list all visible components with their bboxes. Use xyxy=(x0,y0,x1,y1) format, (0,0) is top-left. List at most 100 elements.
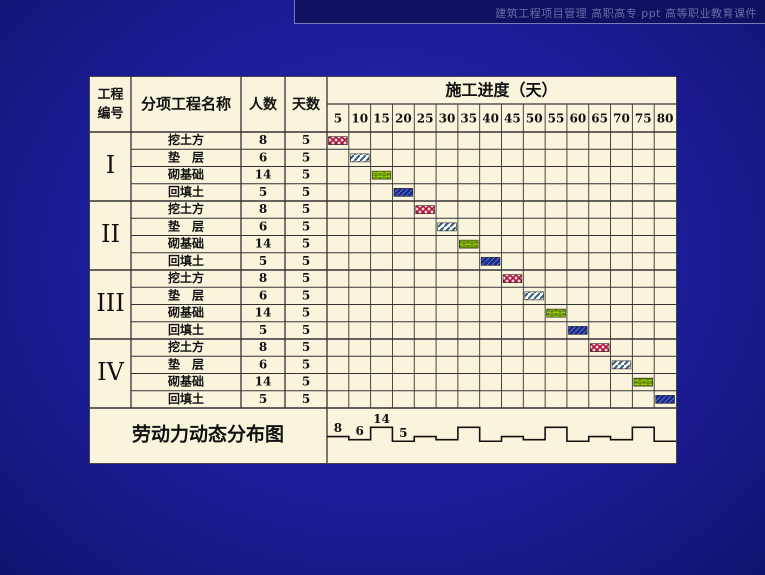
task-name: 回填土 xyxy=(168,184,204,199)
task-workers: 5 xyxy=(259,185,267,199)
task-name: 挖土方 xyxy=(168,201,204,216)
task-days: 5 xyxy=(302,288,310,302)
task-days: 5 xyxy=(302,219,310,233)
progress-bar xyxy=(655,395,675,404)
task-workers: 8 xyxy=(259,133,267,147)
group-label: IV xyxy=(97,358,124,386)
task-name: 垫 层 xyxy=(168,149,204,164)
task-workers: 8 xyxy=(259,202,267,216)
task-name: 垫 层 xyxy=(168,218,204,233)
header-progress: 施工进度（天） xyxy=(445,81,557,100)
task-workers: 5 xyxy=(259,392,267,406)
task-workers: 14 xyxy=(255,237,272,251)
day-tick-label: 45 xyxy=(504,112,521,126)
task-workers: 6 xyxy=(259,357,267,371)
day-tick-label: 35 xyxy=(460,112,477,126)
progress-bar xyxy=(371,170,392,180)
header-banner: 建筑工程项目管理 高职高专 ppt 高等职业教育课件 xyxy=(294,0,765,24)
task-days: 5 xyxy=(302,150,310,164)
day-tick-label: 20 xyxy=(395,112,412,126)
task-name: 垫 层 xyxy=(168,356,204,371)
watermark-text: 建筑工程项目管理 高职高专 ppt 高等职业教育课件 xyxy=(495,7,757,20)
day-tick-label: 75 xyxy=(635,112,652,126)
task-days: 5 xyxy=(302,271,310,285)
header-project-no-line1: 工程 xyxy=(97,88,123,103)
task-name: 挖土方 xyxy=(168,132,204,147)
task-name: 砌基础 xyxy=(167,167,204,182)
day-tick-label: 80 xyxy=(657,112,674,126)
task-name: 挖土方 xyxy=(168,270,204,285)
day-tick-label: 50 xyxy=(526,112,543,126)
task-days: 5 xyxy=(302,133,310,147)
task-workers: 8 xyxy=(259,271,267,285)
day-tick-label: 10 xyxy=(351,112,368,126)
task-days: 5 xyxy=(302,323,310,337)
task-days: 5 xyxy=(302,306,310,320)
task-workers: 14 xyxy=(255,375,272,389)
schedule-svg: 工程编号 分项工程名称 人数 天数 施工进度（天） 5 10 15 20 25 30 35 40 45 50… xyxy=(90,77,676,463)
labor-value-label: 6 xyxy=(356,424,364,438)
task-days: 5 xyxy=(302,340,310,354)
task-days: 5 xyxy=(302,254,310,268)
task-workers: 5 xyxy=(259,254,267,268)
task-workers: 8 xyxy=(259,340,267,354)
progress-bar xyxy=(589,343,610,352)
header-workers: 人数 xyxy=(249,96,278,113)
task-workers: 5 xyxy=(259,323,267,337)
task-days: 5 xyxy=(302,357,310,371)
progress-bar xyxy=(480,257,501,266)
task-workers: 14 xyxy=(255,168,272,182)
day-tick-label: 25 xyxy=(417,112,434,126)
task-days: 5 xyxy=(302,237,310,251)
task-days: 5 xyxy=(302,202,310,216)
task-name: 挖土方 xyxy=(168,339,204,354)
day-tick-label: 30 xyxy=(439,112,456,126)
task-workers: 6 xyxy=(259,150,267,164)
labor-curve xyxy=(327,426,676,443)
progress-bar xyxy=(546,308,566,318)
labor-value-label: 14 xyxy=(373,412,390,426)
task-name: 砌基础 xyxy=(167,236,204,251)
progress-bar xyxy=(633,377,653,387)
day-tick-label: 65 xyxy=(591,112,608,126)
progress-bar xyxy=(393,188,414,197)
labor-value-label: 5 xyxy=(399,426,407,440)
progress-bar xyxy=(350,153,370,163)
header-project-no-line2: 编号 xyxy=(97,106,123,122)
task-name: 回填土 xyxy=(168,322,204,337)
day-tick-label: 5 xyxy=(334,112,342,126)
group-label: I xyxy=(106,151,115,179)
header-days: 天数 xyxy=(292,96,321,113)
task-days: 5 xyxy=(302,185,310,199)
task-name: 砌基础 xyxy=(167,305,204,320)
task-workers: 6 xyxy=(259,219,267,233)
header-task-name: 分项工程名称 xyxy=(141,95,231,113)
task-days: 5 xyxy=(302,168,310,182)
progress-bar xyxy=(415,205,435,214)
day-tick-label: 55 xyxy=(548,112,565,126)
task-days: 5 xyxy=(302,392,310,406)
progress-bar xyxy=(502,274,523,283)
group-label: III xyxy=(96,289,124,317)
day-tick-label: 15 xyxy=(373,112,390,126)
group-label: II xyxy=(101,220,120,248)
progress-bar xyxy=(459,239,479,249)
day-tick-label: 70 xyxy=(613,112,630,126)
schedule-table: 工程编号 分项工程名称 人数 天数 施工进度（天） 5 10 15 20 25 30 35 40 45 50… xyxy=(89,76,677,464)
task-workers: 6 xyxy=(259,288,267,302)
labor-title: 劳动力动态分布图 xyxy=(132,423,284,446)
progress-bar xyxy=(328,136,348,145)
task-workers: 14 xyxy=(255,306,272,320)
day-tick-label: 60 xyxy=(569,112,586,126)
task-name: 垫 层 xyxy=(168,287,204,302)
task-name: 回填土 xyxy=(168,391,204,406)
progress-bar xyxy=(437,222,457,232)
progress-bar xyxy=(611,360,632,370)
task-name: 回填土 xyxy=(168,253,204,268)
task-name: 砌基础 xyxy=(167,374,204,389)
labor-value-label: 8 xyxy=(334,421,342,435)
task-days: 5 xyxy=(302,375,310,389)
progress-bar xyxy=(568,326,588,335)
progress-bar xyxy=(524,291,544,301)
day-tick-label: 40 xyxy=(482,112,499,126)
